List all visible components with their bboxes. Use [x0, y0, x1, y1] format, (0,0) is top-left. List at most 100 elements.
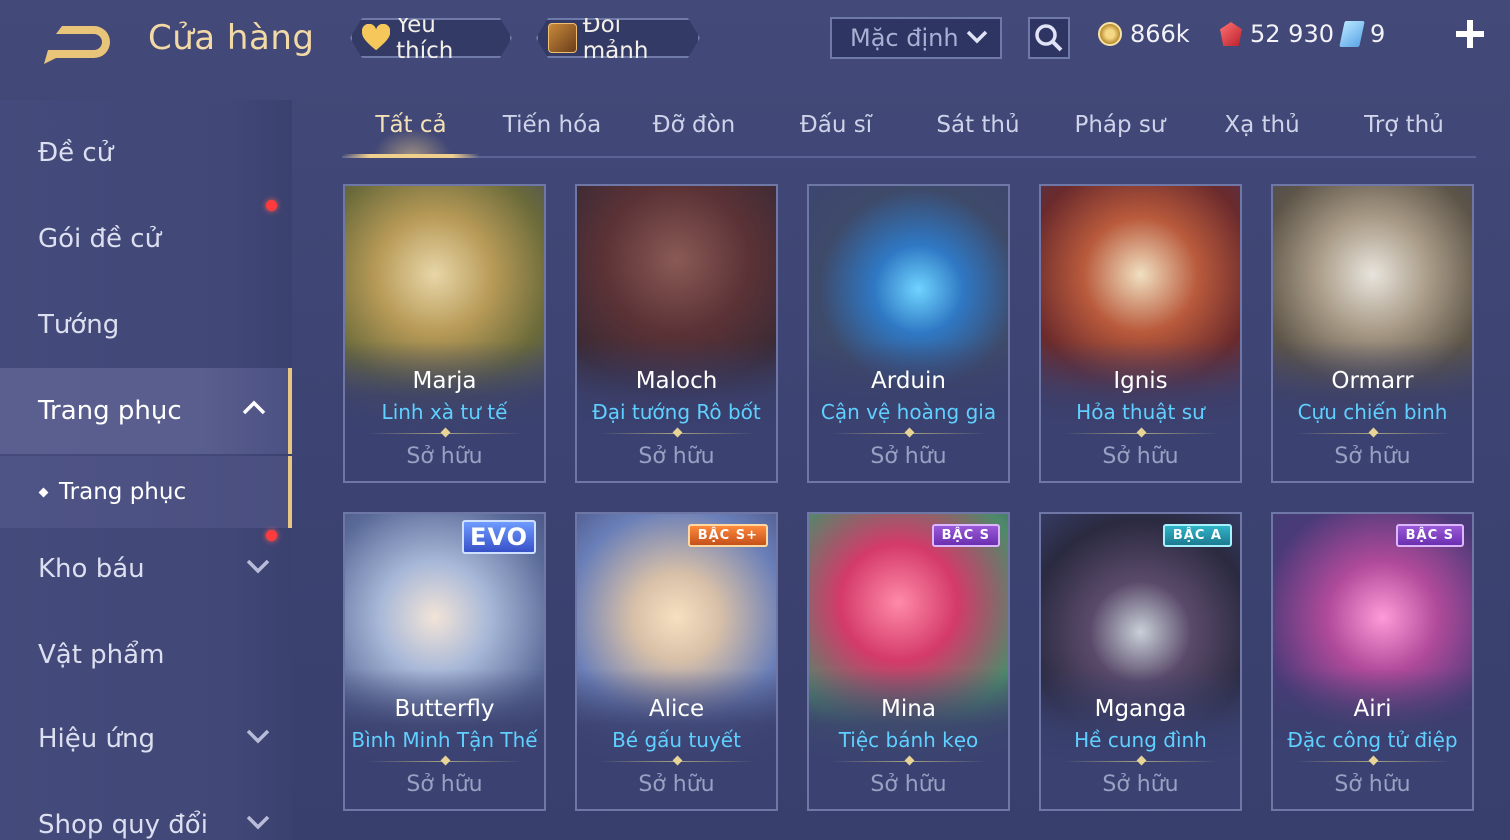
skin-name: Cận vệ hoàng gia [820, 400, 997, 424]
sidebar-item-label: Trang phục [38, 396, 182, 426]
tab-tank[interactable]: Đỡ đòn [624, 112, 764, 156]
tier-badge: BẬC A [1162, 524, 1232, 547]
skin-grid: Marja Linh xà tư tế Sở hữu Maloch Đại tư… [343, 184, 1475, 840]
sidebar-item-label: Đề cử [38, 138, 114, 168]
owned-status: Sở hữu [1102, 772, 1179, 797]
tab-label: Đấu sĩ [799, 112, 873, 138]
tab-support[interactable]: Trợ thủ [1334, 112, 1474, 156]
tab-evolution[interactable]: Tiến hóa [482, 112, 622, 156]
favorites-label: Yêu thích [396, 12, 454, 64]
hero-name: Arduin [871, 368, 946, 394]
tab-label: Pháp sư [1074, 112, 1166, 138]
skin-card[interactable]: Maloch Đại tướng Rô bốt Sở hữu [575, 184, 778, 483]
skin-card[interactable]: BẬC S+ Alice Bé gấu tuyết Sở hữu [575, 512, 778, 811]
tab-label: Xạ thủ [1224, 112, 1300, 138]
back-arrow-icon[interactable] [36, 20, 116, 64]
skin-name: Đại tướng Rô bốt [592, 400, 761, 424]
hero-name: Marja [412, 368, 477, 394]
skin-name: Hỏa thuật sư [1076, 400, 1205, 424]
sidebar-item-label: Kho báu [38, 554, 145, 584]
ruby-icon [1220, 22, 1242, 46]
tab-fighter[interactable]: Đấu sĩ [766, 112, 906, 156]
tab-marksman[interactable]: Xạ thủ [1192, 112, 1332, 156]
sidebar-item-label: Gói đề cử [38, 224, 162, 254]
trade-fragments-label: Đổi mảnh [582, 12, 649, 64]
skin-card[interactable]: Ormarr Cựu chiến binh Sở hữu [1271, 184, 1474, 483]
hero-name: Mganga [1094, 696, 1187, 722]
chevron-down-icon [246, 559, 270, 574]
plus-icon[interactable] [1452, 16, 1488, 52]
sort-value: Mặc định [850, 24, 959, 52]
gold-amount: 866k [1130, 20, 1190, 48]
top-bar: Cửa hàng Yêu thích Đổi mảnh Mặc định 866… [0, 0, 1510, 80]
ruby-amount: 52 930 [1250, 20, 1334, 48]
hero-name: Airi [1353, 696, 1392, 722]
owned-status: Sở hữu [870, 444, 947, 469]
sidebar: Đề cử Gói đề cử Tướng Trang phục Trang p… [0, 100, 292, 840]
skin-card[interactable]: Marja Linh xà tư tế Sở hữu [343, 184, 546, 483]
hero-name: Mina [881, 696, 936, 722]
bullet-icon [38, 487, 49, 497]
skin-name: Linh xà tư tế [381, 400, 508, 424]
sidebar-item-label: Tướng [38, 310, 120, 340]
skin-name: Đặc công tử điệp [1287, 728, 1458, 752]
ruby-balance: 52 930 [1220, 20, 1334, 48]
sidebar-item-label: Vật phẩm [38, 640, 165, 670]
skin-name: Tiệc bánh kẹo [838, 728, 979, 752]
hero-name: Ignis [1113, 368, 1168, 394]
sidebar-item-recommended[interactable]: Đề cử [0, 110, 292, 196]
voucher-amount: 9 [1370, 20, 1386, 48]
sort-dropdown[interactable]: Mặc định [830, 17, 1002, 59]
tab-all[interactable]: Tất cả [342, 112, 480, 158]
owned-status: Sở hữu [1334, 444, 1411, 469]
sidebar-item-heroes[interactable]: Tướng [0, 282, 292, 368]
evo-badge: EVO [462, 520, 536, 554]
notification-dot [266, 200, 277, 211]
chevron-down-icon [246, 815, 270, 830]
trade-fragments-button[interactable]: Đổi mảnh [536, 18, 700, 58]
tab-label: Tiến hóa [502, 112, 602, 138]
owned-status: Sở hữu [1102, 444, 1179, 469]
voucher-icon [1339, 21, 1365, 47]
owned-status: Sở hữu [406, 772, 483, 797]
search-icon [1035, 24, 1063, 52]
sidebar-item-bundles[interactable]: Gói đề cử [0, 196, 292, 282]
tier-badge: BẬC S [931, 524, 1000, 547]
sidebar-item-items[interactable]: Vật phẩm [0, 612, 292, 698]
skin-name: Hề cung đình [1074, 728, 1207, 752]
sidebar-item-effects[interactable]: Hiệu ứng [0, 696, 292, 782]
chest-icon [548, 23, 577, 53]
sidebar-item-exchange-shop[interactable]: Shop quy đổi [0, 782, 292, 840]
skin-card[interactable]: BẬC A Mganga Hề cung đình Sở hữu [1039, 512, 1242, 811]
skin-card[interactable]: EVO Butterfly Bình Minh Tận Thế Sở hữu [343, 512, 546, 811]
sidebar-item-label: Hiệu ứng [38, 724, 155, 754]
favorites-button[interactable]: Yêu thích [350, 18, 512, 58]
tab-assassin[interactable]: Sát thủ [908, 112, 1048, 156]
chevron-down-icon [966, 30, 988, 44]
owned-status: Sở hữu [406, 444, 483, 469]
skin-name: Bé gấu tuyết [612, 728, 741, 752]
tab-mage[interactable]: Pháp sư [1050, 112, 1190, 156]
active-tab-indicator [342, 154, 480, 158]
owned-status: Sở hữu [1334, 772, 1411, 797]
hero-name: Maloch [635, 368, 718, 394]
owned-status: Sở hữu [638, 444, 715, 469]
chevron-up-icon [242, 400, 266, 415]
tab-label: Đỡ đòn [652, 112, 736, 138]
skin-card[interactable]: Arduin Cận vệ hoàng gia Sở hữu [807, 184, 1010, 483]
sidebar-item-treasure[interactable]: Kho báu [0, 526, 292, 612]
sidebar-item-skins[interactable]: Trang phục [0, 368, 292, 454]
search-button[interactable] [1028, 17, 1070, 59]
skin-card[interactable]: Ignis Hỏa thuật sư Sở hữu [1039, 184, 1242, 483]
skin-card[interactable]: BẬC S Mina Tiệc bánh kẹo Sở hữu [807, 512, 1010, 811]
sidebar-subitem-skins[interactable]: Trang phục [0, 456, 292, 528]
sidebar-subitem-label: Trang phục [59, 479, 187, 505]
sidebar-item-label: Shop quy đổi [38, 810, 208, 840]
heart-icon [362, 24, 390, 52]
gold-balance: 866k [1098, 20, 1190, 48]
gold-coin-icon [1098, 22, 1122, 46]
role-tabs: Tất cả Tiến hóa Đỡ đòn Đấu sĩ Sát thủ Ph… [342, 100, 1476, 158]
skin-card[interactable]: BẬC S Airi Đặc công tử điệp Sở hữu [1271, 512, 1474, 811]
voucher-balance: 9 [1339, 20, 1386, 48]
owned-status: Sở hữu [638, 772, 715, 797]
